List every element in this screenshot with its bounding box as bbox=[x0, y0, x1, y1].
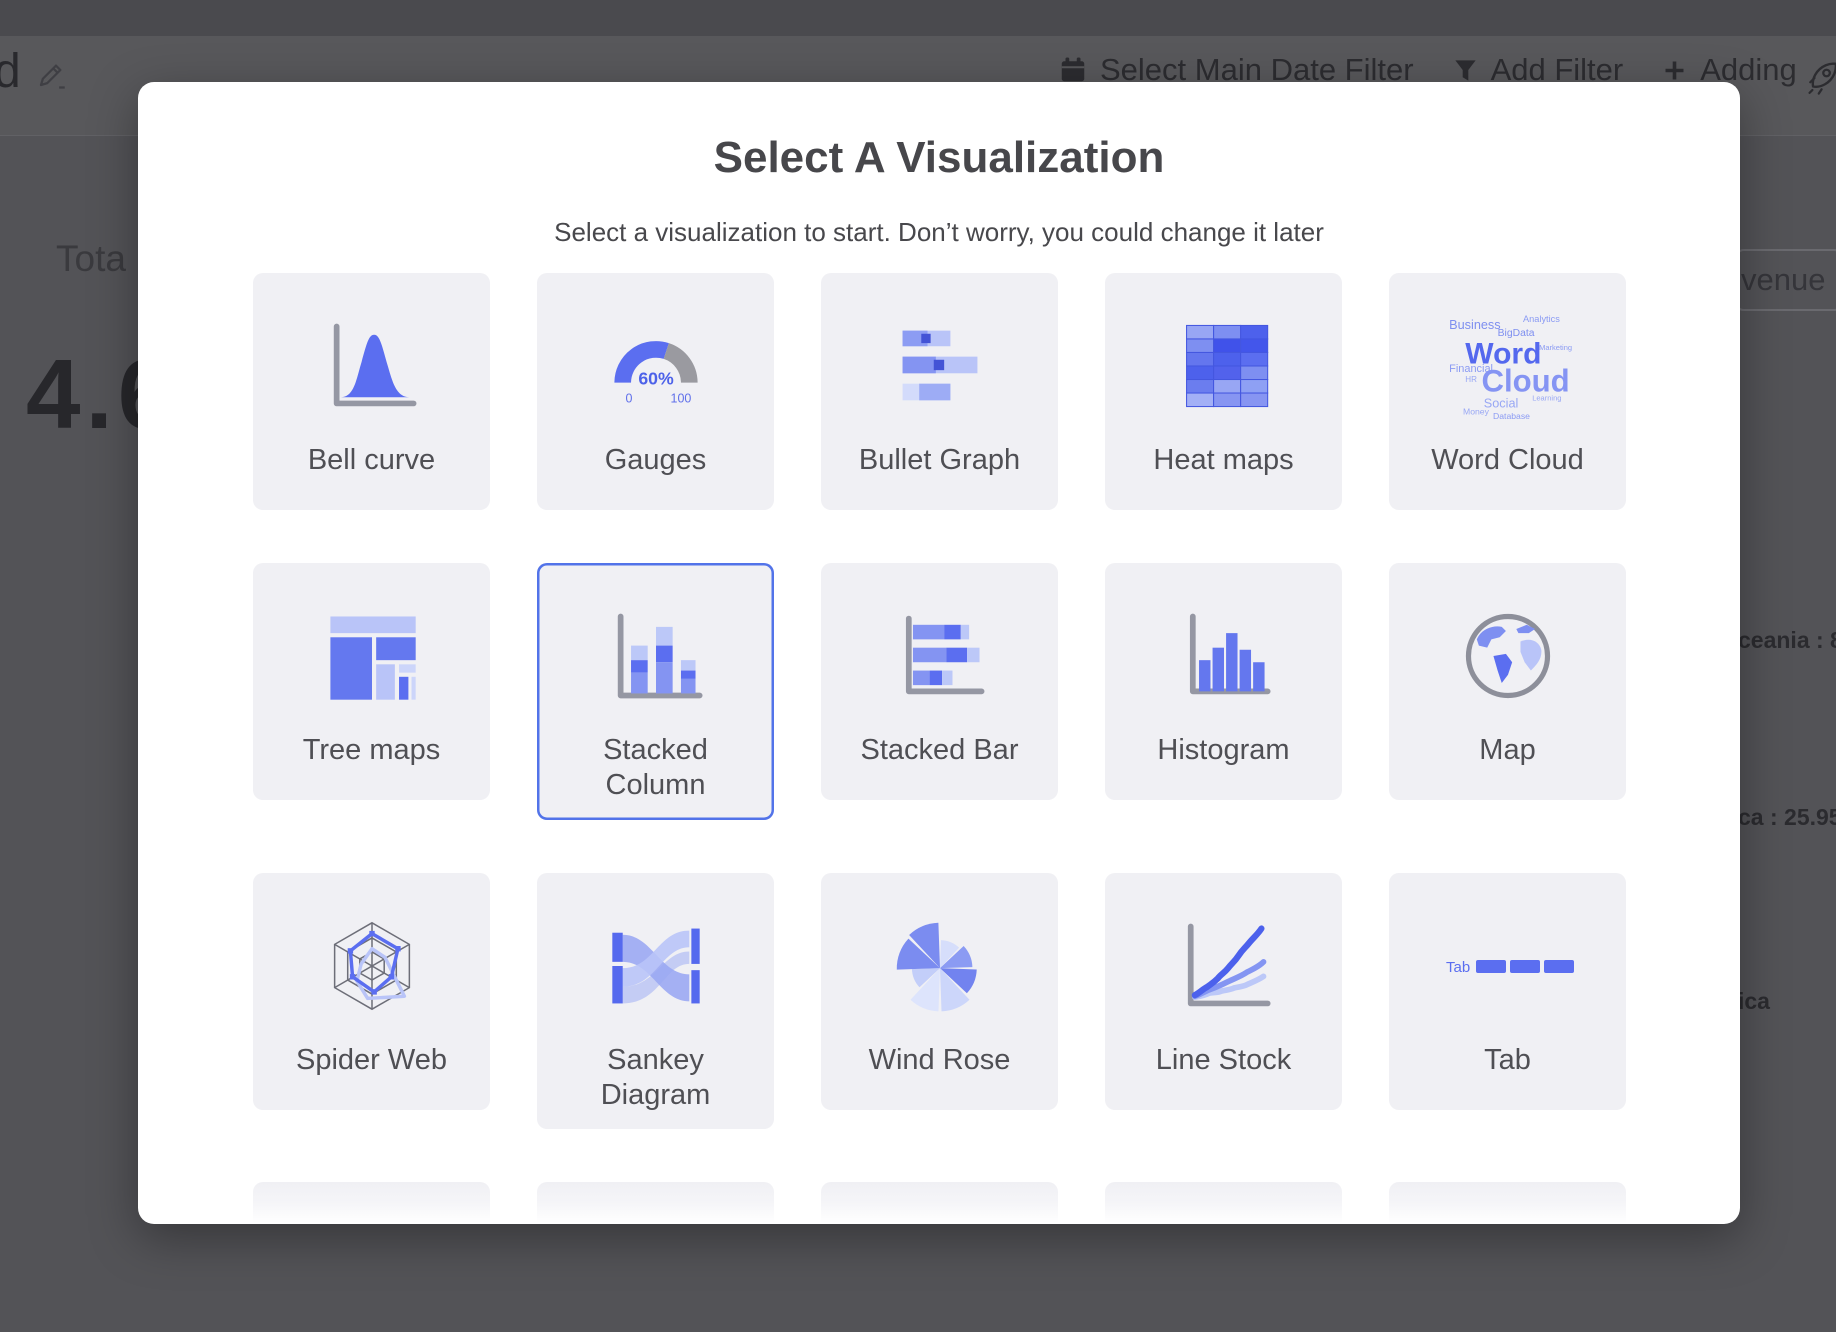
viz-card-label: Histogram bbox=[1131, 733, 1316, 784]
legend-fragment-america: ica bbox=[1738, 988, 1770, 1015]
line-stock-icon bbox=[1172, 914, 1276, 1018]
bell-curve-icon bbox=[320, 314, 424, 418]
viz-card-label: Stacked Bar bbox=[847, 733, 1032, 784]
globe-icon bbox=[1456, 604, 1560, 708]
rocket-icon bbox=[1806, 58, 1836, 98]
svg-text:HR: HR bbox=[1465, 375, 1477, 384]
viz-card-word-cloud[interactable]: Business Analytics BigData Word Marketin… bbox=[1389, 273, 1626, 510]
metric-title-fragment: Tota bbox=[56, 238, 126, 280]
svg-text:Analytics: Analytics bbox=[1523, 314, 1560, 324]
edit-title-button[interactable] bbox=[36, 60, 66, 95]
viz-card-label: Spider Web bbox=[279, 1043, 464, 1094]
viz-card-tab[interactable]: Tab Tab bbox=[1389, 873, 1626, 1110]
svg-text:Marketing: Marketing bbox=[1539, 343, 1572, 352]
viz-card-gauges[interactable]: 60% 0 100 Gauges bbox=[537, 273, 774, 510]
pencil-icon bbox=[36, 60, 66, 90]
bullet-graph-icon bbox=[888, 314, 992, 418]
viz-card-spider-web[interactable]: Spider Web bbox=[253, 873, 490, 1110]
viz-card-heat-maps[interactable]: Heat maps bbox=[1105, 273, 1342, 510]
viz-card-partial[interactable] bbox=[1105, 1182, 1342, 1224]
viz-card-partial[interactable] bbox=[537, 1182, 774, 1224]
calendar-icon bbox=[1058, 55, 1088, 85]
viz-card-stacked-column[interactable]: Stacked Column bbox=[537, 563, 774, 820]
tree-map-icon bbox=[320, 604, 424, 708]
gauge-icon: 60% 0 100 bbox=[604, 318, 708, 414]
word-cloud-icon: Business Analytics BigData Word Marketin… bbox=[1433, 305, 1583, 427]
svg-text:Business: Business bbox=[1449, 318, 1500, 332]
svg-text:Learning: Learning bbox=[1532, 394, 1561, 403]
legend-fragment-africa: ca : 25.95 bbox=[1738, 804, 1836, 831]
svg-text:Tab: Tab bbox=[1446, 959, 1470, 976]
viz-card-label: Line Stock bbox=[1131, 1043, 1316, 1094]
tab-icon: Tab bbox=[1433, 916, 1583, 1016]
viz-card-label: Tree maps bbox=[279, 733, 464, 784]
viz-card-label: Heat maps bbox=[1131, 443, 1316, 494]
viz-card-label: Wind Rose bbox=[847, 1043, 1032, 1094]
viz-card-tree-maps[interactable]: Tree maps bbox=[253, 563, 490, 800]
viz-card-label: Tab bbox=[1415, 1043, 1600, 1094]
funnel-icon bbox=[1452, 57, 1479, 84]
viz-card-label: Bullet Graph bbox=[847, 443, 1032, 494]
viz-card-bullet-graph[interactable]: Bullet Graph bbox=[821, 273, 1058, 510]
viz-card-partial[interactable] bbox=[821, 1182, 1058, 1224]
viz-card-label: Stacked Column bbox=[563, 733, 748, 820]
select-visualization-dialog: Select A Visualization Select a visualiz… bbox=[138, 82, 1740, 1224]
viz-card-label: Word Cloud bbox=[1415, 443, 1600, 494]
revenue-chip[interactable]: venue bbox=[1734, 249, 1836, 311]
svg-text:0: 0 bbox=[625, 391, 632, 405]
svg-text:100: 100 bbox=[670, 391, 691, 405]
revenue-chip-label: venue bbox=[1741, 262, 1825, 298]
wind-rose-icon bbox=[886, 912, 994, 1020]
svg-text:Social: Social bbox=[1483, 397, 1518, 411]
viz-card-label: Gauges bbox=[563, 443, 748, 494]
viz-card-map[interactable]: Map bbox=[1389, 563, 1626, 800]
svg-text:60%: 60% bbox=[638, 369, 674, 389]
sankey-icon bbox=[604, 914, 708, 1018]
stacked-column-icon bbox=[604, 604, 708, 708]
rocket-button[interactable] bbox=[1806, 58, 1836, 103]
dashboard-title-fragment: d bbox=[0, 44, 21, 99]
page: d Select Main Date Filter Add Filter bbox=[0, 0, 1836, 1332]
svg-text:Database: Database bbox=[1493, 411, 1530, 421]
legend-fragment-oceania: ceania : 8 bbox=[1738, 627, 1836, 654]
viz-card-stacked-bar[interactable]: Stacked Bar bbox=[821, 563, 1058, 800]
viz-card-label: Bell curve bbox=[279, 443, 464, 494]
dialog-title: Select A Visualization bbox=[138, 132, 1740, 185]
viz-card-partial[interactable] bbox=[253, 1182, 490, 1224]
visualization-grid: Bell curve 60% 0 100 Gauges bbox=[253, 273, 1626, 1224]
plus-icon bbox=[1661, 57, 1688, 84]
viz-card-partial[interactable] bbox=[1389, 1182, 1626, 1224]
heat-map-icon bbox=[1172, 314, 1276, 418]
spider-web-icon bbox=[318, 912, 426, 1020]
dialog-subtitle: Select a visualization to start. Don’t w… bbox=[138, 217, 1740, 248]
viz-card-histogram[interactable]: Histogram bbox=[1105, 563, 1342, 800]
backdrop-header-band bbox=[0, 0, 1836, 36]
histogram-icon bbox=[1172, 604, 1276, 708]
svg-text:Money: Money bbox=[1463, 406, 1490, 416]
viz-card-label: Map bbox=[1415, 733, 1600, 784]
viz-card-wind-rose[interactable]: Wind Rose bbox=[821, 873, 1058, 1110]
stacked-bar-icon bbox=[888, 604, 992, 708]
viz-card-label: Sankey Diagram bbox=[563, 1043, 748, 1130]
viz-card-line-stock[interactable]: Line Stock bbox=[1105, 873, 1342, 1110]
viz-card-sankey-diagram[interactable]: Sankey Diagram bbox=[537, 873, 774, 1130]
viz-card-bell-curve[interactable]: Bell curve bbox=[253, 273, 490, 510]
